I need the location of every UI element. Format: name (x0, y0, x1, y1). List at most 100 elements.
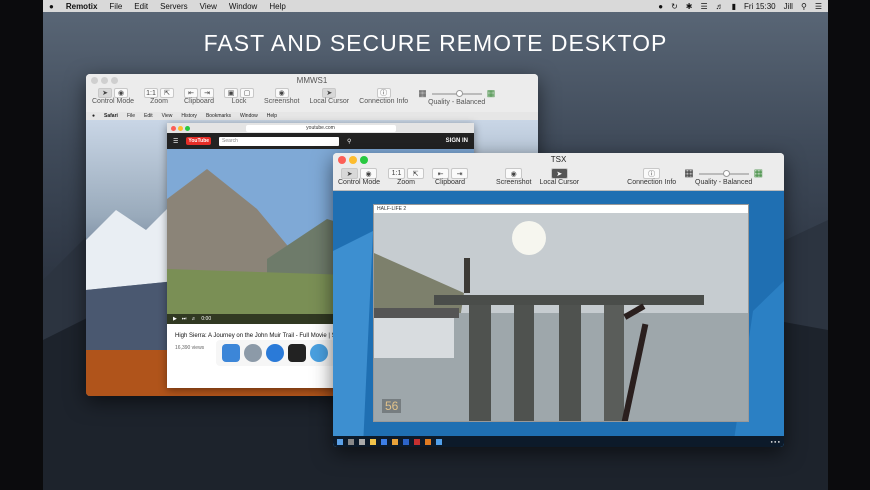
close-button[interactable] (91, 77, 98, 84)
remote-menu-history[interactable]: History (181, 113, 197, 119)
safari-zoom-button[interactable] (185, 125, 190, 131)
screen-lock-icon[interactable]: ▢ (240, 88, 255, 98)
camera-icon[interactable]: ◉ (505, 168, 523, 179)
bluetooth-icon[interactable]: ✱ (686, 2, 693, 11)
zoom-one-to-one-button[interactable]: 1:1 (144, 88, 159, 98)
finder-icon[interactable] (222, 344, 240, 362)
wifi-icon[interactable]: ☰ (700, 2, 707, 11)
record-icon[interactable]: ● (658, 2, 663, 11)
volume-icon[interactable]: ♬ (191, 316, 196, 322)
notification-center-icon[interactable]: ☰ (815, 2, 822, 11)
low-quality-image-icon: ▦ (418, 88, 427, 98)
youtube-logo[interactable]: YouTube (186, 137, 212, 145)
safari-address-bar[interactable]: youtube.com (245, 124, 396, 132)
promo-headline: FAST AND SECURE REMOTE DESKTOP (203, 30, 668, 56)
local-cursor-icon[interactable]: ➤ (550, 168, 568, 179)
remote-menu-file[interactable]: File (127, 113, 135, 119)
menubar-user[interactable]: Jill (784, 2, 793, 11)
game-taskbar-icon[interactable] (414, 438, 420, 445)
next-icon[interactable]: ⏭ (182, 316, 187, 322)
task-view-icon[interactable] (359, 438, 365, 445)
local-cursor-label: Local Cursor (539, 179, 580, 186)
fit-icon[interactable]: ⇱ (407, 168, 425, 179)
safari-minimize-button[interactable] (178, 125, 183, 131)
search-icon[interactable]: ⚲ (347, 138, 351, 145)
quality-slider-knob[interactable] (723, 169, 731, 177)
zoom-one-to-one-button[interactable]: 1:1 (388, 168, 406, 179)
quality-slider[interactable] (431, 89, 482, 97)
game-scene-bridge[interactable] (374, 213, 749, 422)
search-icon[interactable] (348, 438, 354, 445)
remote-apple-icon[interactable]: ● (92, 113, 95, 119)
close-button[interactable] (338, 156, 346, 164)
safari-close-button[interactable] (171, 125, 176, 131)
remote-taskbar-icon[interactable] (436, 438, 442, 445)
menu-window[interactable]: Window (229, 2, 257, 11)
remote-menu-view[interactable]: View (162, 113, 173, 119)
local-cursor-group: ➤ Local Cursor (309, 88, 349, 105)
remote-menu-edit[interactable]: Edit (144, 113, 153, 119)
battery-icon[interactable]: ▮ (732, 2, 736, 11)
info-icon[interactable]: ⓘ (376, 88, 391, 98)
menu-view[interactable]: View (200, 2, 217, 11)
store-icon[interactable] (392, 438, 398, 445)
mail-icon[interactable] (403, 438, 409, 445)
eye-icon[interactable]: ◉ (114, 88, 129, 98)
quality-slider-knob[interactable] (456, 89, 464, 97)
menu-servers[interactable]: Servers (160, 2, 188, 11)
app-taskbar-icon[interactable] (425, 438, 431, 445)
system-tray[interactable]: ● ● ● (771, 439, 784, 444)
window-titlebar[interactable]: MMWS1 (86, 74, 538, 86)
menu-edit[interactable]: Edit (134, 2, 148, 11)
lock-icon[interactable]: ▣ (224, 88, 239, 98)
clipboard-receive-icon[interactable]: ⇥ (200, 88, 215, 98)
spotlight-icon[interactable]: ⚲ (801, 2, 807, 11)
sync-icon[interactable]: ↻ (671, 2, 678, 11)
video-title[interactable]: High Sierra: A Journey on the John Muir … (175, 333, 346, 339)
menu-app-name[interactable]: Remotix (66, 2, 98, 11)
menu-help[interactable]: Help (269, 2, 285, 11)
apple-icon[interactable]: ● (49, 2, 54, 11)
menu-file[interactable]: File (109, 2, 122, 11)
windows-start-icon[interactable] (337, 438, 343, 445)
cursor-icon[interactable]: ➤ (341, 168, 359, 179)
game-window[interactable]: HALF-LIFE 2 56 (373, 204, 749, 422)
hamburger-menu-icon[interactable]: ☰ (173, 138, 178, 145)
launchpad-icon[interactable] (244, 344, 262, 362)
fit-icon[interactable]: ⇱ (160, 88, 175, 98)
remote-window-tsx[interactable]: TSX ➤ ◉ Control Mode 1:1 ⇱ Zoom ⇤ ⇥ Clip… (333, 153, 784, 447)
quality-slider[interactable] (698, 169, 749, 177)
clipboard-send-icon[interactable]: ⇤ (184, 88, 199, 98)
file-explorer-icon[interactable] (370, 438, 376, 445)
eye-icon[interactable]: ◉ (360, 168, 378, 179)
safari-compass-icon[interactable] (266, 344, 284, 362)
youtube-search-input[interactable]: Search (219, 136, 340, 146)
remotix-app-icon[interactable] (310, 344, 328, 362)
minimize-button[interactable] (101, 77, 108, 84)
connection-info-group: ⓘ Connection Info (359, 88, 408, 105)
volume-icon[interactable]: ♬ (716, 2, 724, 11)
terminal-icon[interactable] (288, 344, 306, 362)
clipboard-send-icon[interactable]: ⇤ (432, 168, 450, 179)
screenshot-label: Screenshot (496, 179, 532, 186)
control-mode-label: Control Mode (338, 179, 381, 186)
clipboard-receive-icon[interactable]: ⇥ (451, 168, 469, 179)
zoom-window-button[interactable] (111, 77, 118, 84)
remote-screen-windows[interactable]: HALF-LIFE 2 56 ● ● ● (333, 191, 784, 447)
local-cursor-icon[interactable]: ➤ (322, 88, 337, 98)
window-titlebar[interactable]: TSX (333, 153, 784, 166)
camera-icon[interactable]: ◉ (274, 88, 289, 98)
remote-menu-window[interactable]: Window (240, 113, 258, 119)
remote-menu-bookmarks[interactable]: Bookmarks (206, 113, 231, 119)
remote-menu-help[interactable]: Help (267, 113, 277, 119)
info-icon[interactable]: ⓘ (643, 168, 661, 179)
lock-label: Lock (231, 98, 247, 105)
minimize-button[interactable] (349, 156, 357, 164)
sign-in-button[interactable]: SIGN IN (446, 138, 468, 144)
edge-browser-icon[interactable] (381, 438, 387, 445)
play-icon[interactable]: ▶ (173, 316, 177, 322)
menubar-clock[interactable]: Fri 15:30 (744, 2, 776, 11)
cursor-icon[interactable]: ➤ (98, 88, 113, 98)
remote-menu-safari[interactable]: Safari (104, 113, 118, 119)
zoom-window-button[interactable] (360, 156, 368, 164)
